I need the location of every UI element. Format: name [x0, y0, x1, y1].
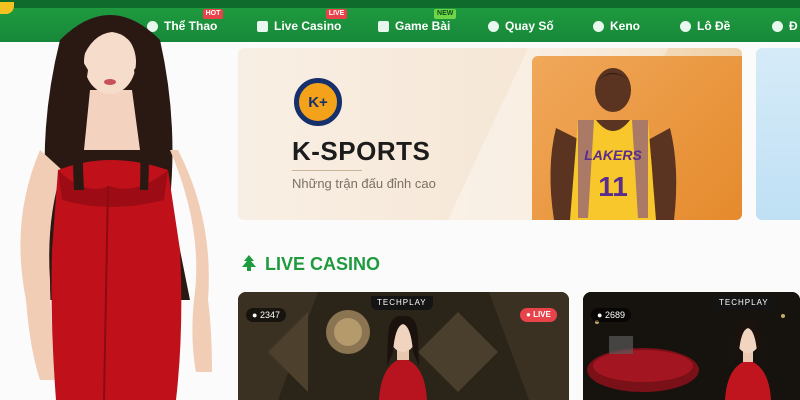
- viewer-count-value: 2689: [604, 310, 625, 320]
- k-sports-banner[interactable]: K+ K-SPORTS Những trận đấu đỉnh cao LAKE…: [238, 48, 742, 220]
- basketball-player-image: LAKERS 11: [550, 68, 677, 220]
- live-status-badge: ● LIVE: [520, 308, 557, 322]
- nav-item-label: Game Bài: [395, 19, 451, 33]
- nav-item-label: Quay Số: [505, 19, 554, 33]
- provider-badge: TECHPLAY: [713, 296, 775, 310]
- viewer-count-value: 2347: [259, 310, 280, 320]
- viewer-count: ● 2347: [246, 308, 286, 322]
- keno-ball-icon: [593, 20, 604, 32]
- nav-item-quay-so[interactable]: Quay Số: [488, 17, 554, 35]
- live-badge: LIVE: [325, 9, 348, 19]
- live-casino-card[interactable]: TECHPLAY ● 2689: [583, 292, 800, 400]
- dealer-image: [725, 319, 771, 400]
- banner-subtitle: Những trận đấu đỉnh cao: [292, 176, 436, 191]
- live-casino-icon: [242, 255, 256, 271]
- page: Thể Thao HOT Live Casino LIVE Game Bài N…: [0, 0, 800, 400]
- nav-item-more[interactable]: Đ: [772, 17, 798, 35]
- dealer-image: [379, 315, 427, 400]
- cards-icon: [257, 20, 268, 32]
- coin-icon: [772, 20, 783, 32]
- lotus-icon: [680, 20, 691, 32]
- nav-item-label: Lô Đề: [697, 19, 731, 33]
- live-status-label: LIVE: [533, 310, 551, 319]
- nav-item-live-casino[interactable]: Live Casino LIVE: [257, 9, 348, 35]
- next-banner-preview[interactable]: [756, 48, 800, 220]
- nav-item-game-bai[interactable]: Game Bài NEW: [378, 9, 457, 35]
- banner-title: K-SPORTS: [292, 136, 431, 166]
- nav-item-label: Đ: [789, 19, 798, 33]
- playing-card-icon: [378, 20, 389, 32]
- nav-item-label: Live Casino: [274, 19, 342, 33]
- new-badge: NEW: [434, 9, 457, 19]
- model-image: [20, 15, 212, 400]
- nav-item-label: Keno: [610, 19, 640, 33]
- section-title: LIVE CASINO: [265, 254, 381, 274]
- viewer-count: ● 2689: [591, 308, 631, 322]
- jersey-number: 11: [598, 171, 628, 202]
- kplus-logo: K+: [294, 78, 342, 126]
- jersey-team-text: LAKERS: [584, 147, 642, 163]
- banner-divider: [292, 170, 362, 171]
- live-casino-card[interactable]: TECHPLAY ● 2347 ● LIVE: [238, 292, 569, 400]
- provider-badge: TECHPLAY: [371, 296, 433, 310]
- nav-item-lo-de[interactable]: Lô Đề: [680, 17, 730, 35]
- lottery-icon: [488, 20, 499, 32]
- nav-item-keno[interactable]: Keno: [593, 17, 640, 35]
